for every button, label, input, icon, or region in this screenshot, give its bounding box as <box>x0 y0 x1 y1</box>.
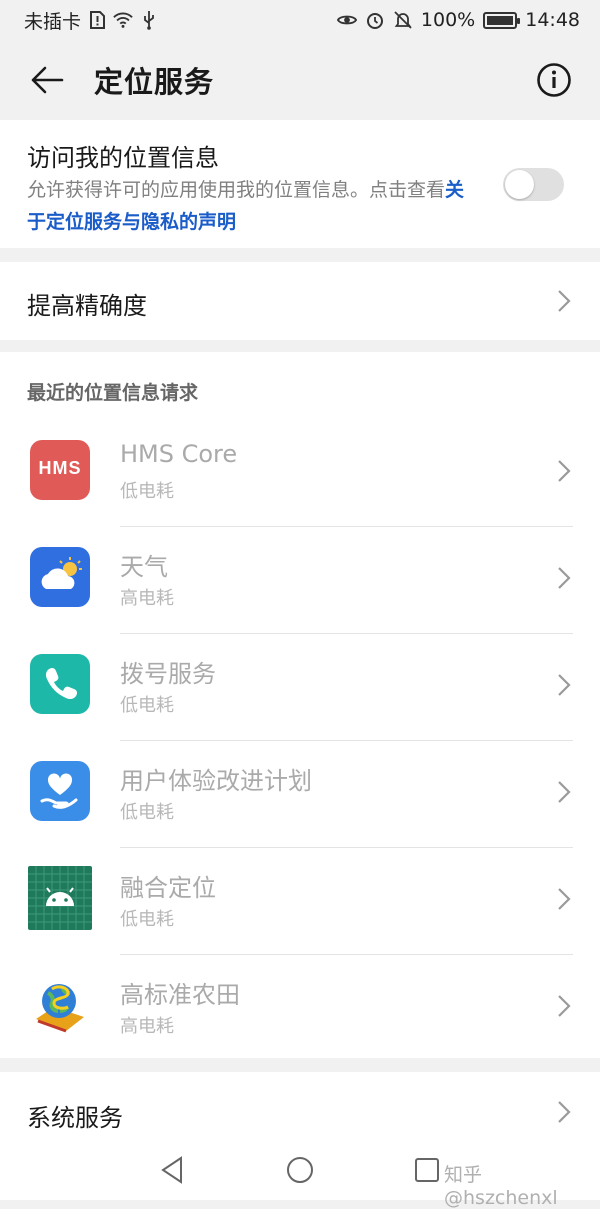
weather-icon <box>30 547 90 607</box>
location-access-toggle[interactable] <box>503 168 564 201</box>
app-name: 拨号服务 <box>120 660 216 688</box>
chevron-right-icon <box>558 781 571 803</box>
status-bar: 未插卡 100% 14:48 <box>0 0 600 40</box>
app-row-hms-core[interactable]: HMS HMS Core 低电耗 <box>0 420 600 527</box>
square-recents-icon <box>415 1158 439 1182</box>
recent-requests-heading: 最近的位置信息请求 <box>27 382 199 404</box>
status-right: 100% 14:48 <box>336 9 580 31</box>
sim-alert-icon <box>90 11 106 29</box>
chevron-right-icon <box>558 995 571 1017</box>
app-name: HMS Core <box>120 440 238 468</box>
app-power-usage: 低电耗 <box>120 695 174 716</box>
circle-home-icon <box>287 1157 313 1183</box>
location-access-desc-text: 允许获得许可的应用使用我的位置信息。点击查看 <box>27 179 446 201</box>
usb-icon <box>144 11 154 30</box>
clock: 14:48 <box>525 9 580 31</box>
app-row-user-experience[interactable]: 用户体验改进计划 低电耗 <box>0 741 600 848</box>
app-row-farmland[interactable]: 高标准农田 高电耗 <box>0 955 600 1062</box>
app-name: 高标准农田 <box>120 981 240 1009</box>
location-access-description: 允许获得许可的应用使用我的位置信息。点击查看关于定位服务与隐私的声明 <box>27 174 477 238</box>
app-name: 天气 <box>120 553 168 581</box>
android-robot-glyph <box>28 866 92 930</box>
improve-accuracy-row[interactable]: 提高精确度 <box>0 262 600 340</box>
wifi-icon <box>113 12 133 28</box>
battery-level-fill <box>487 15 514 25</box>
app-power-usage: 低电耗 <box>120 481 174 502</box>
android-icon <box>28 866 92 930</box>
mute-notification-icon <box>394 11 412 29</box>
alarm-icon <box>366 13 383 29</box>
nav-recents-button[interactable] <box>407 1150 447 1190</box>
toggle-knob <box>505 170 534 199</box>
nav-home-button[interactable] <box>280 1150 320 1190</box>
weather-cloud-sun-glyph <box>41 557 82 589</box>
carrier-label: 未插卡 <box>24 10 82 33</box>
app-header: 定位服务 <box>0 40 600 120</box>
location-access-title: 访问我的位置信息 <box>27 144 219 172</box>
farmland-globe-icon <box>30 975 90 1035</box>
hms-core-icon: HMS <box>30 440 90 500</box>
app-name: 用户体验改进计划 <box>120 767 312 795</box>
info-icon <box>537 63 571 97</box>
chevron-right-icon <box>558 888 571 910</box>
app-name: 融合定位 <box>120 874 216 902</box>
watermark: 知乎 @hszchenxl <box>444 1164 558 1209</box>
system-services-label: 系统服务 <box>27 1104 123 1132</box>
app-power-usage: 低电耗 <box>120 802 174 823</box>
battery-percent: 100% <box>420 9 476 31</box>
app-power-usage: 高电耗 <box>120 588 174 609</box>
eye-comfort-icon <box>336 15 357 25</box>
dialer-icon <box>30 654 90 714</box>
phone-handset-glyph <box>45 667 78 700</box>
app-power-usage: 低电耗 <box>120 909 174 930</box>
nav-back-button[interactable] <box>152 1150 192 1190</box>
chevron-right-icon <box>558 567 571 589</box>
info-button[interactable] <box>536 62 572 98</box>
battery-icon <box>483 11 521 29</box>
back-arrow-icon <box>31 66 64 94</box>
chevron-right-icon <box>558 290 571 312</box>
back-button[interactable] <box>24 57 70 103</box>
app-row-fused-location[interactable]: 融合定位 低电耗 <box>0 848 600 955</box>
app-row-weather[interactable]: 天气 高电耗 <box>0 527 600 634</box>
recent-requests-card: 最近的位置信息请求 HMS HMS Core 低电耗 天气 高电耗 拨号服务 低… <box>0 352 600 1058</box>
improve-accuracy-label: 提高精确度 <box>27 292 147 320</box>
chevron-right-icon <box>558 674 571 696</box>
user-experience-icon <box>30 761 90 821</box>
status-left: 未插卡 <box>24 7 159 34</box>
chevron-right-icon <box>558 460 571 482</box>
chevron-right-icon <box>558 1101 571 1123</box>
app-power-usage: 高电耗 <box>120 1016 174 1037</box>
globe-glyph <box>36 984 84 1033</box>
heart-hand-glyph <box>40 773 78 809</box>
hms-icon-text: HMS <box>38 458 82 478</box>
app-row-dialer[interactable]: 拨号服务 低电耗 <box>0 634 600 741</box>
triangle-back-icon <box>161 1156 182 1184</box>
page-title: 定位服务 <box>94 65 215 99</box>
